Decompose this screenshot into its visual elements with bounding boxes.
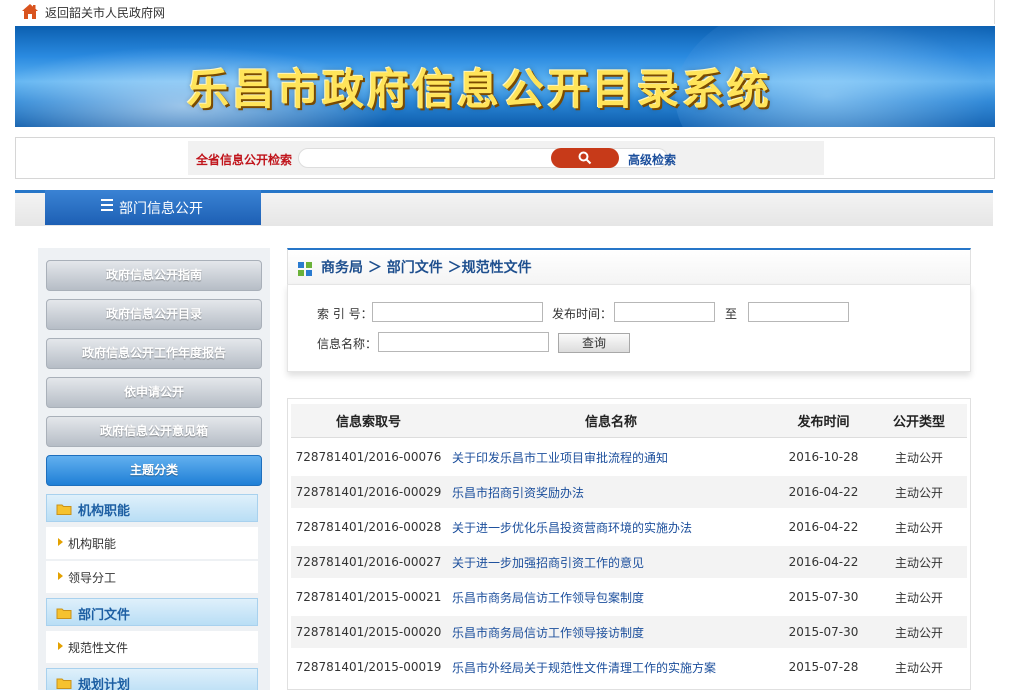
column-header: 信息索取号: [291, 404, 446, 438]
row-date: 2016-04-22: [776, 511, 871, 543]
subitem-label: 机构职能: [68, 537, 117, 551]
category-header[interactable]: 部门文件: [46, 598, 258, 626]
arrow-right-icon: [58, 572, 63, 580]
search-bar: 全省信息公开检索 高级检索: [15, 137, 995, 179]
table-row: 728781401/2016-00029 乐昌市招商引资奖励办法 2016-04…: [291, 476, 967, 508]
row-index-number: 728781401/2016-00029: [291, 476, 446, 508]
category-title: 机构职能: [78, 504, 131, 519]
row-title-link[interactable]: 乐昌市商务局信访工作领导包案制度: [446, 581, 776, 613]
arrow-right-icon: [58, 538, 63, 546]
date-to-input[interactable]: [748, 302, 849, 322]
folder-icon: [56, 504, 72, 515]
row-type: 主动公开: [871, 476, 967, 508]
sidebar-button-on-request[interactable]: 依申请公开: [46, 377, 262, 408]
filter-panel: 索 引 号： 发布时间： 至 信息名称： 查询: [287, 284, 971, 372]
tab-department-info[interactable]: 部门信息公开: [45, 190, 261, 225]
sidebar-button-catalog[interactable]: 政府信息公开目录: [46, 299, 262, 330]
date-to-label: 至: [725, 307, 738, 321]
home-icon[interactable]: [21, 3, 39, 20]
back-to-portal-link[interactable]: 返回韶关市人民政府网: [45, 4, 165, 21]
menu-icon: [101, 199, 113, 211]
row-date: 2015-07-28: [776, 651, 871, 683]
row-title-link[interactable]: 关于进一步加强招商引资工作的意见: [446, 546, 776, 578]
nav-bar: 部门信息公开: [15, 190, 993, 226]
row-title-link[interactable]: 关于进一步优化乐昌投资营商环境的实施办法: [446, 511, 776, 543]
sidebar-button-topics[interactable]: 主题分类: [46, 455, 262, 486]
index-label: 索 引 号：: [317, 307, 373, 321]
row-title-link[interactable]: 乐昌市商务局信访工作领导接访制度: [446, 616, 776, 648]
row-index-number: 728781401/2016-00028: [291, 511, 446, 543]
breadcrumb-text[interactable]: 商务局 ＞ 部门文件 ＞规范性文件: [321, 257, 532, 277]
row-type: 主动公开: [871, 546, 967, 578]
row-title-link[interactable]: 关于印发乐昌市工业项目审批流程的通知: [446, 441, 776, 473]
breadcrumb: 商务局 ＞ 部门文件 ＞规范性文件: [287, 248, 971, 284]
row-index-number: 728781401/2016-00076: [291, 441, 446, 473]
tab-label: 部门信息公开: [119, 201, 203, 217]
search-button[interactable]: [551, 148, 619, 168]
row-type: 主动公开: [871, 511, 967, 543]
search-panel: 全省信息公开检索 高级检索: [188, 141, 824, 175]
row-date: 2016-04-22: [776, 476, 871, 508]
search-icon: [578, 151, 592, 165]
row-index-number: 728781401/2015-00020: [291, 616, 446, 648]
subitem-label: 领导分工: [68, 571, 117, 585]
grid-icon: [298, 262, 312, 276]
table-row: 728781401/2016-00028 关于进一步优化乐昌投资营商环境的实施办…: [291, 511, 967, 543]
row-index-number: 728781401/2016-00027: [291, 546, 446, 578]
row-type: 主动公开: [871, 581, 967, 613]
folder-icon: [56, 608, 72, 619]
query-button[interactable]: 查询: [558, 333, 630, 353]
row-type: 主动公开: [871, 441, 967, 473]
row-date: 2016-04-22: [776, 546, 871, 578]
sidebar: 政府信息公开指南 政府信息公开目录 政府信息公开工作年度报告 依申请公开 政府信…: [38, 248, 270, 690]
index-input[interactable]: [372, 302, 543, 322]
row-type: 主动公开: [871, 651, 967, 683]
date-from-input[interactable]: [614, 302, 715, 322]
table-row: 728781401/2016-00076 关于印发乐昌市工业项目审批流程的通知 …: [291, 441, 967, 473]
advanced-search-link[interactable]: 高级检索: [628, 151, 676, 168]
site-banner: 乐昌市政府信息公开目录系统: [15, 26, 995, 127]
arrow-right-icon: [58, 642, 63, 650]
table-row: 728781401/2015-00021 乐昌市商务局信访工作领导包案制度 20…: [291, 581, 967, 613]
sidebar-button-guide[interactable]: 政府信息公开指南: [46, 260, 262, 291]
row-index-number: 728781401/2015-00019: [291, 651, 446, 683]
row-index-number: 728781401/2015-00021: [291, 581, 446, 613]
name-label: 信息名称：: [317, 337, 378, 351]
category-title: 部门文件: [78, 608, 131, 623]
column-header: 发布时间: [776, 404, 871, 438]
sidebar-subitem[interactable]: 规范性文件: [46, 631, 258, 663]
row-type: 主动公开: [871, 616, 967, 648]
top-bar: 返回韶关市人民政府网: [15, 0, 995, 24]
table-header-row: 信息索取号 信息名称 发布时间 公开类型: [291, 404, 967, 438]
row-date: 2015-07-30: [776, 581, 871, 613]
row-title-link[interactable]: 乐昌市外经局关于规范性文件清理工作的实施方案: [446, 651, 776, 683]
category-header[interactable]: 机构职能: [46, 494, 258, 522]
results-table: 信息索取号 信息名称 发布时间 公开类型 728781401/2016-0007…: [287, 398, 971, 690]
column-header: 信息名称: [446, 404, 776, 438]
row-date: 2016-10-28: [776, 441, 871, 473]
row-date: 2015-07-30: [776, 616, 871, 648]
date-label: 发布时间：: [552, 307, 613, 321]
column-header: 公开类型: [871, 404, 967, 438]
subitem-label: 规范性文件: [68, 641, 129, 655]
table-row: 728781401/2015-00020 乐昌市商务局信访工作领导接访制度 20…: [291, 616, 967, 648]
row-title-link[interactable]: 乐昌市招商引资奖励办法: [446, 476, 776, 508]
sidebar-subitem[interactable]: 领导分工: [46, 561, 258, 593]
sidebar-button-annual-report[interactable]: 政府信息公开工作年度报告: [46, 338, 262, 369]
sidebar-button-feedback[interactable]: 政府信息公开意见箱: [46, 416, 262, 447]
folder-icon: [56, 678, 72, 689]
category-title: 规划计划: [78, 678, 131, 690]
site-title: 乐昌市政府信息公开目录系统: [187, 65, 773, 114]
search-label: 全省信息公开检索: [196, 153, 293, 167]
table-row: 728781401/2016-00027 关于进一步加强招商引资工作的意见 20…: [291, 546, 967, 578]
table-row: 728781401/2015-00019 乐昌市外经局关于规范性文件清理工作的实…: [291, 651, 967, 683]
sidebar-subitem[interactable]: 机构职能: [46, 527, 258, 559]
name-input[interactable]: [378, 332, 549, 352]
category-header[interactable]: 规划计划: [46, 668, 258, 690]
